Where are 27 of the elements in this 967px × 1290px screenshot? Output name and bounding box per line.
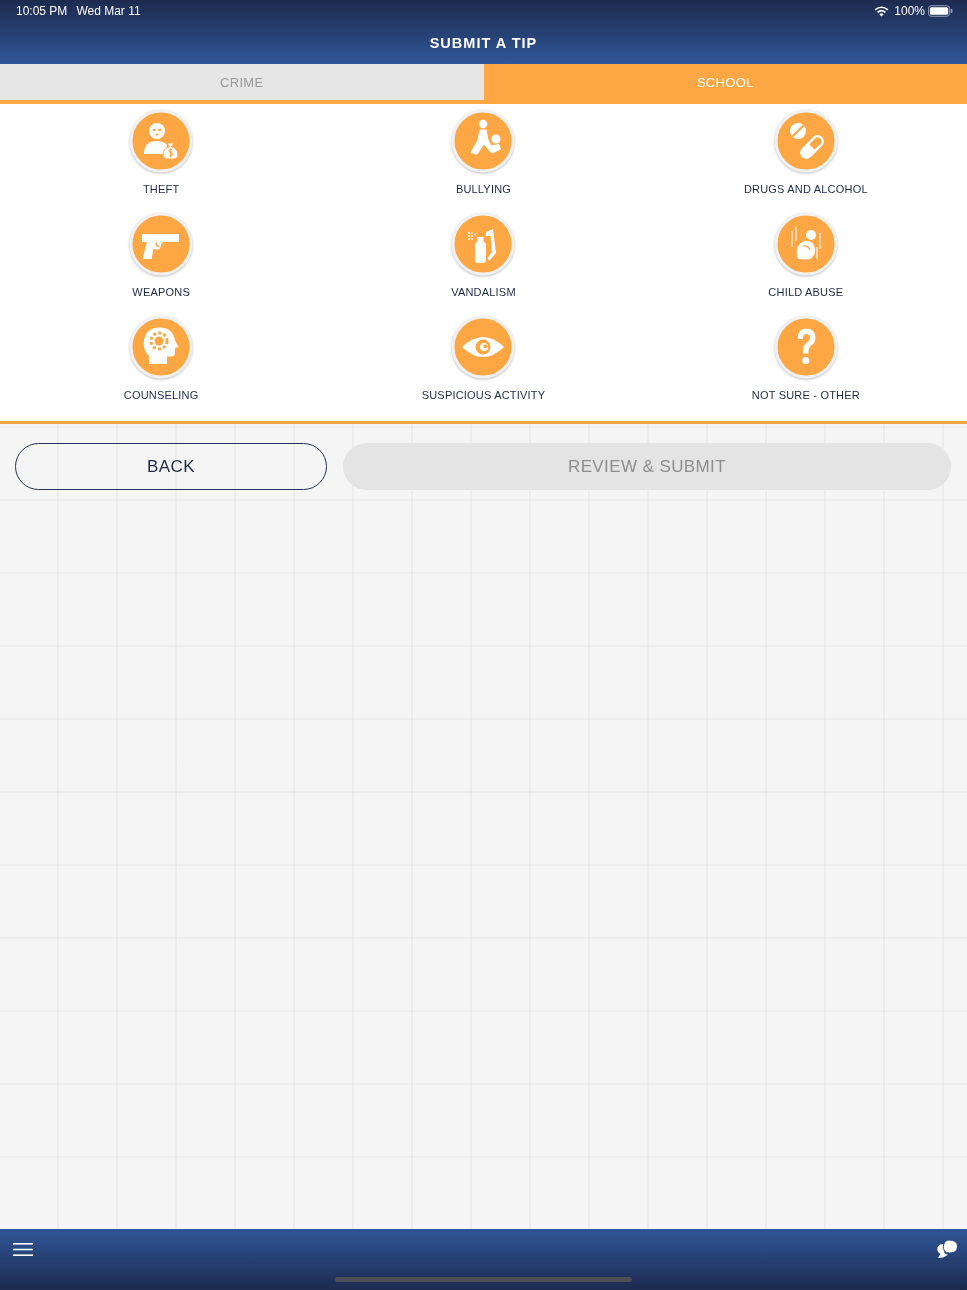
- two-figures-icon: [451, 109, 516, 173]
- battery-icon: [928, 5, 953, 17]
- question-mark-icon: [773, 315, 838, 379]
- category-button[interactable]: COUNSELING: [123, 315, 199, 401]
- category-button[interactable]: DRUGS AND ALCOHOL: [743, 109, 868, 195]
- battery-percent: 100%: [894, 4, 925, 18]
- pills-icon: [773, 109, 838, 173]
- eye-icon: [451, 315, 516, 379]
- chat-button[interactable]: [936, 1239, 958, 1259]
- category-button[interactable]: VANDALISM: [451, 212, 516, 298]
- chat-icon: [936, 1239, 958, 1259]
- status-date: Wed Mar 11: [76, 4, 141, 18]
- category-button[interactable]: NOT SURE - OTHER: [751, 315, 860, 401]
- status-time: 10:05 PM: [16, 4, 68, 18]
- menu-icon: [13, 1243, 33, 1256]
- category-button[interactable]: WEAPONS: [129, 212, 194, 298]
- category-button[interactable]: CHILD ABUSE: [768, 212, 844, 298]
- spray-can-icon: [451, 212, 516, 276]
- crouching-child-icon: [773, 212, 838, 276]
- masked-robber-icon: [129, 109, 194, 173]
- screen-title: SUBMIT A TIP: [429, 35, 538, 51]
- wifi-icon: [874, 5, 890, 17]
- pistol-icon: [129, 212, 194, 276]
- category-button[interactable]: SUSPICIOUS ACTIVITY: [421, 315, 546, 401]
- category-button[interactable]: THEFT: [129, 109, 194, 195]
- category-button[interactable]: BULLYING: [451, 109, 516, 195]
- head-with-gear-icon: [129, 315, 194, 379]
